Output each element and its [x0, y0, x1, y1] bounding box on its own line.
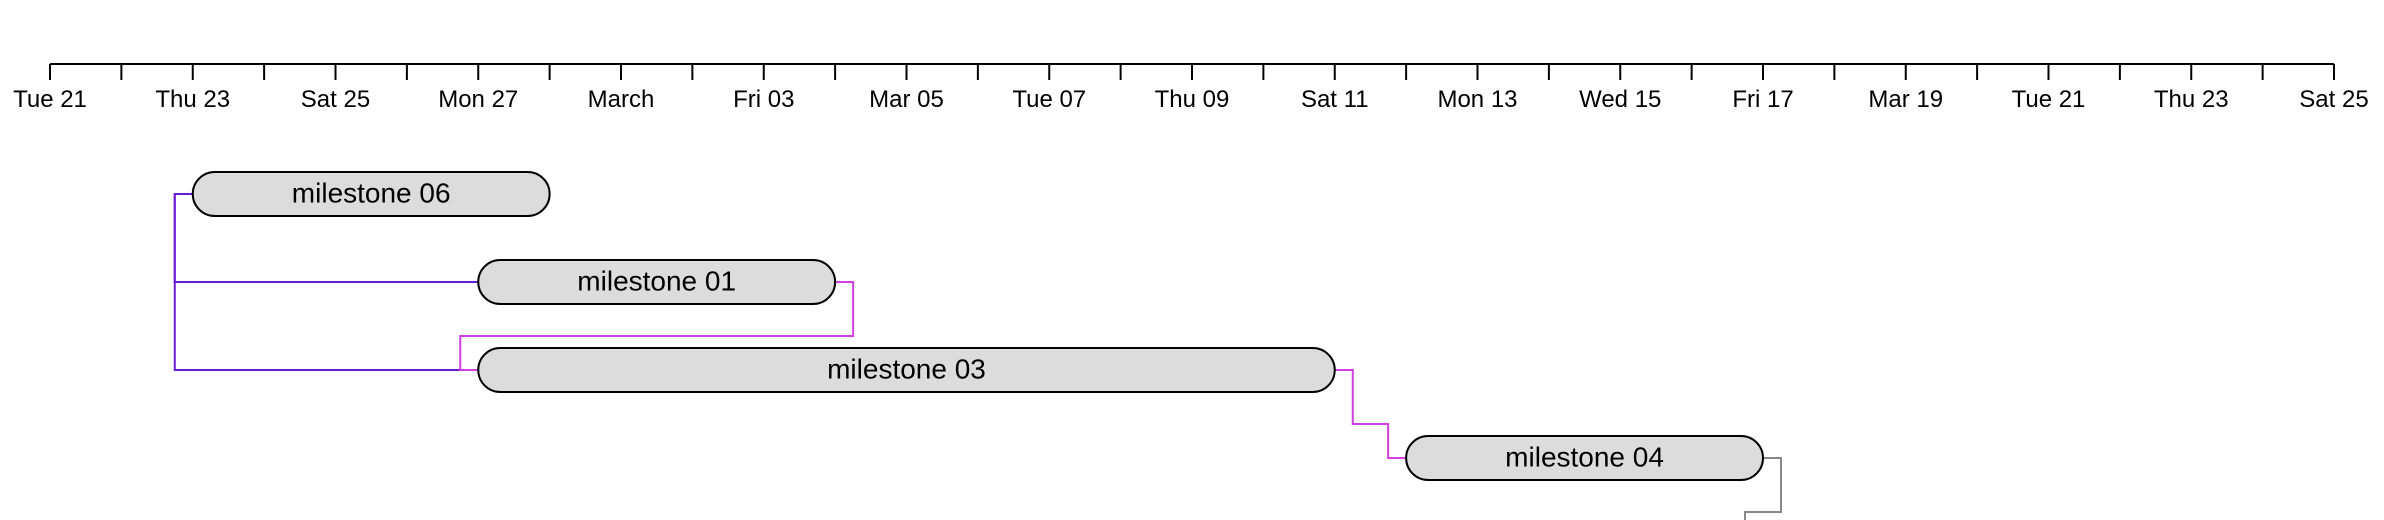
axis-tick-label: Mon 13 [1437, 86, 1517, 113]
axis-tick-label: Thu 09 [1155, 86, 1230, 113]
axis-tick-label: Fri 17 [1732, 86, 1793, 113]
axis-tick-label: Tue 07 [1012, 86, 1086, 113]
gantt-bar-label: milestone 01 [577, 265, 736, 296]
gantt-chart: Tue 21 Thu 23 Sat 25 Mon 27 March Fri 03 Mar 0… [0, 0, 2384, 520]
dependency-arrow [1335, 370, 1406, 458]
axis-tick-label: Thu 23 [155, 86, 230, 113]
axis-tick-label: Sat 11 [1301, 86, 1369, 113]
gantt-bar-label: milestone 06 [292, 177, 451, 208]
gantt-bar-label: milestone 04 [1505, 441, 1664, 472]
axis-tick-label: Tue 21 [13, 86, 87, 113]
axis-tick-label: Fri 03 [733, 86, 794, 113]
axis-tick-label: Sat 25 [301, 86, 370, 113]
axis-tick-label: Mar 05 [869, 86, 944, 113]
axis-tick-label: March [588, 86, 655, 113]
gantt-bar-label: milestone 03 [827, 353, 986, 384]
axis-tick-label: Wed 15 [1579, 86, 1661, 113]
axis-tick-label: Mon 27 [438, 86, 518, 113]
gantt-svg: Tue 21 Thu 23 Sat 25 Mon 27 March Fri 03 Mar 0… [0, 0, 2384, 520]
axis-tick-label: Thu 23 [2154, 86, 2229, 113]
axis-tick-label: Tue 21 [2012, 86, 2086, 113]
axis-tick-label: Mar 19 [1868, 86, 1943, 113]
axis-tick-label: Sat 25 [2299, 86, 2368, 113]
